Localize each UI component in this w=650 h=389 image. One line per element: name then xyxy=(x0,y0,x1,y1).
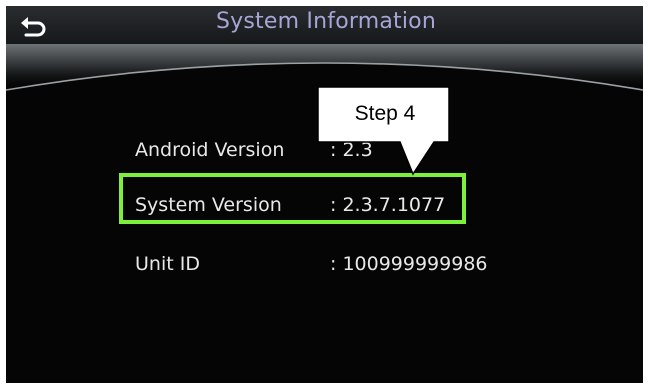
step-callout-label: Step 4 xyxy=(354,102,416,125)
row-label: Android Version xyxy=(135,139,285,161)
page-title: System Information xyxy=(216,9,436,34)
row-value: : 100999999986 xyxy=(330,253,488,275)
row-label: Unit ID xyxy=(135,253,200,275)
highlight-box xyxy=(119,173,466,224)
row-value: : 2.3 xyxy=(330,139,373,161)
header-arc-divider xyxy=(6,44,643,91)
